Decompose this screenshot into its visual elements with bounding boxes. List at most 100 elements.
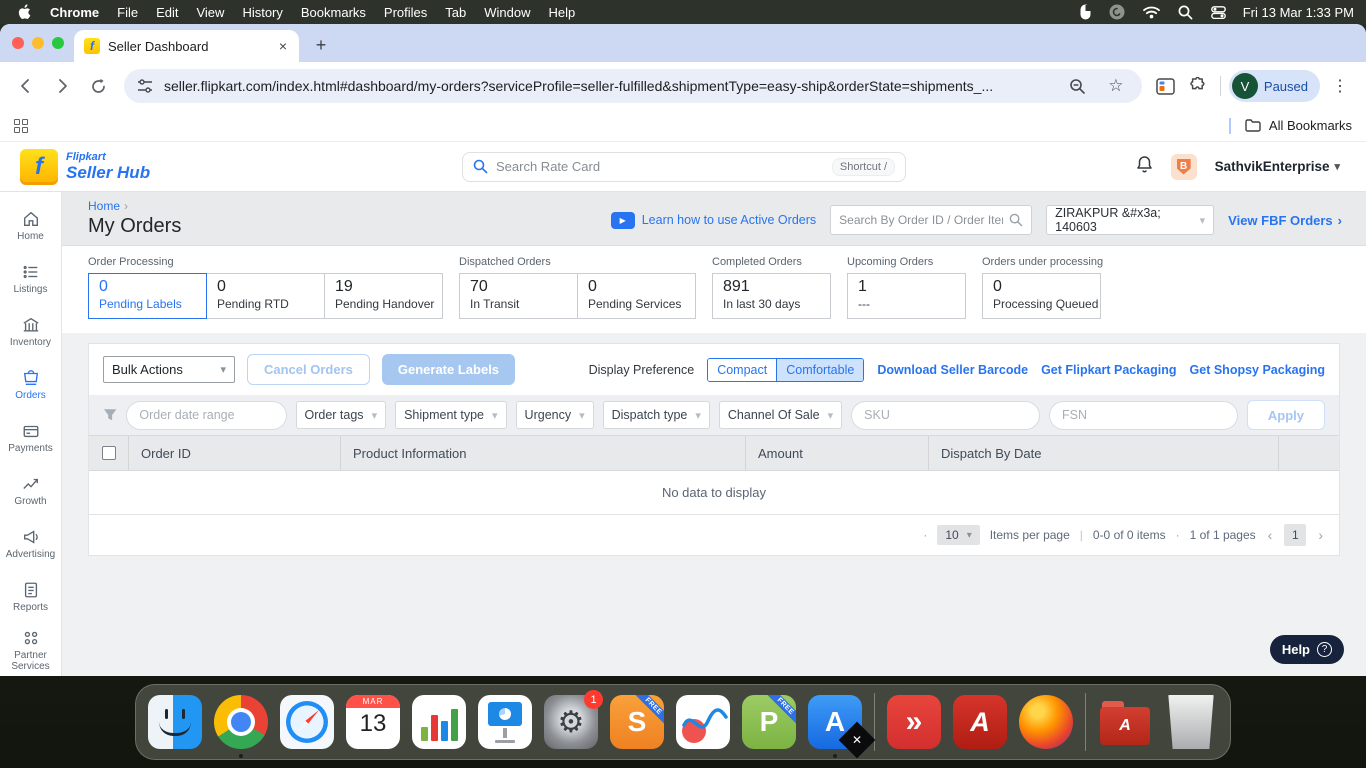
- prev-page-icon[interactable]: ‹: [1266, 527, 1275, 543]
- dock-pdf-folder-icon[interactable]: A: [1098, 695, 1152, 749]
- dock-finder-icon[interactable]: [148, 695, 202, 749]
- zoom-out-icon[interactable]: [1064, 72, 1092, 100]
- comfortable-option[interactable]: Comfortable: [776, 359, 863, 381]
- dock-calendar-icon[interactable]: MAR 13: [346, 695, 400, 749]
- learn-active-orders-link[interactable]: ▶ Learn how to use Active Orders: [611, 212, 816, 229]
- menubar-item-tab[interactable]: Tab: [436, 5, 475, 20]
- sidebar-item-listings[interactable]: Listings: [1, 255, 61, 304]
- apple-menu-icon[interactable]: [18, 4, 31, 20]
- menubar-item-profiles[interactable]: Profiles: [375, 5, 436, 20]
- reload-button[interactable]: [82, 70, 114, 102]
- apps-grid-icon[interactable]: [14, 119, 28, 133]
- channel-of-sale-dropdown[interactable]: Channel Of Sale ▾: [719, 401, 842, 429]
- sidebar-item-payments[interactable]: Payments: [1, 414, 61, 463]
- order-date-range-input[interactable]: [139, 408, 273, 422]
- sidebar-item-reports[interactable]: Reports: [1, 573, 61, 622]
- view-fbf-orders-link[interactable]: View FBF Orders ›: [1228, 213, 1342, 228]
- stat-card-in-transit[interactable]: 70 In Transit: [459, 273, 578, 319]
- fsn-input[interactable]: [1062, 408, 1225, 422]
- sidebar-item-orders[interactable]: Orders: [1, 361, 61, 410]
- sku-input[interactable]: [864, 408, 1027, 422]
- menubar-item-history[interactable]: History: [233, 5, 291, 20]
- rate-card-search-input[interactable]: [496, 159, 824, 174]
- minimize-window-button[interactable]: [32, 37, 44, 49]
- get-shopsy-packaging-link[interactable]: Get Shopsy Packaging: [1190, 363, 1325, 377]
- menubar-item-help[interactable]: Help: [540, 5, 585, 20]
- location-dropdown[interactable]: ZIRAKPUR &#x3a; 140603 ▾: [1046, 205, 1214, 235]
- sku-field[interactable]: [851, 401, 1040, 430]
- forward-button[interactable]: [46, 70, 78, 102]
- sidebar-item-inventory[interactable]: Inventory: [1, 308, 61, 357]
- menubar-item-chrome[interactable]: Chrome: [41, 5, 108, 20]
- stat-card-processing-queued[interactable]: 0 Processing Queued: [982, 273, 1101, 319]
- current-page-button[interactable]: 1: [1284, 524, 1306, 546]
- dock-app-store-icon[interactable]: A ✕: [808, 695, 862, 749]
- menubar-clock[interactable]: Fri 13 Mar 1:33 PM: [1243, 5, 1354, 20]
- dock-acrobat-icon[interactable]: A: [953, 695, 1007, 749]
- dock-app-s-icon[interactable]: S FREE: [610, 695, 664, 749]
- menubar-item-file[interactable]: File: [108, 5, 147, 20]
- cancel-orders-button[interactable]: Cancel Orders: [247, 354, 370, 385]
- notifications-bell-icon[interactable]: [1136, 155, 1153, 179]
- menubar-item-bookmarks[interactable]: Bookmarks: [292, 5, 375, 20]
- order-id-search[interactable]: [830, 205, 1032, 235]
- order-date-range-field[interactable]: [126, 401, 286, 430]
- next-page-icon[interactable]: ›: [1316, 527, 1325, 543]
- stat-card-pending-handover[interactable]: 19 Pending Handover: [324, 273, 443, 319]
- page-size-select[interactable]: 10 ▾: [937, 525, 979, 545]
- menubar-item-view[interactable]: View: [187, 5, 233, 20]
- address-bar[interactable]: seller.flipkart.com/index.html#dashboard…: [124, 69, 1142, 103]
- bulk-actions-select[interactable]: Bulk Actions ▾: [103, 356, 235, 383]
- sidebar-item-home[interactable]: Home: [1, 202, 61, 251]
- breadcrumb-home-link[interactable]: Home: [88, 199, 120, 213]
- stat-card-upcoming[interactable]: 1 ---: [847, 273, 966, 319]
- fsn-field[interactable]: [1049, 401, 1238, 430]
- dispatch-type-dropdown[interactable]: Dispatch type ▾: [603, 401, 710, 429]
- stat-card-last-30-days[interactable]: 891 In last 30 days: [712, 273, 831, 319]
- new-tab-button[interactable]: +: [307, 31, 335, 59]
- sidebar-item-advertising[interactable]: Advertising: [1, 520, 61, 569]
- dock-trash-icon[interactable]: [1164, 695, 1218, 749]
- spotlight-search-icon[interactable]: [1178, 5, 1193, 20]
- wifi-icon[interactable]: [1143, 6, 1160, 19]
- url-text[interactable]: seller.flipkart.com/index.html#dashboard…: [164, 78, 1054, 94]
- profile-chip[interactable]: V Paused: [1229, 70, 1320, 102]
- dock-app-p-icon[interactable]: P FREE: [742, 695, 796, 749]
- seller-badge-icon[interactable]: B: [1171, 154, 1197, 180]
- dock-chrome-icon[interactable]: [214, 695, 268, 749]
- zoom-window-button[interactable]: [52, 37, 64, 49]
- sidebar-item-partner-services[interactable]: Partner Services: [1, 626, 61, 675]
- flipkart-logo[interactable]: f Flipkart Seller Hub: [20, 149, 150, 185]
- back-button[interactable]: [10, 70, 42, 102]
- creative-cloud-icon[interactable]: [1109, 4, 1125, 20]
- order-id-search-input[interactable]: [839, 213, 1003, 227]
- apply-filters-button[interactable]: Apply: [1247, 400, 1325, 430]
- generate-labels-button[interactable]: Generate Labels: [382, 354, 515, 385]
- stat-card-pending-services[interactable]: 0 Pending Services: [577, 273, 696, 319]
- stat-card-pending-labels[interactable]: 0 Pending Labels: [88, 273, 207, 319]
- download-seller-barcode-link[interactable]: Download Seller Barcode: [877, 363, 1028, 377]
- all-bookmarks[interactable]: All Bookmarks: [1229, 118, 1352, 134]
- mouse-icon[interactable]: [1080, 4, 1091, 20]
- get-flipkart-packaging-link[interactable]: Get Flipkart Packaging: [1041, 363, 1176, 377]
- dock-wave-app-icon[interactable]: [676, 695, 730, 749]
- close-window-button[interactable]: [12, 37, 24, 49]
- shipment-type-dropdown[interactable]: Shipment type ▾: [395, 401, 506, 429]
- rate-card-search[interactable]: Shortcut /: [462, 152, 906, 182]
- bookmark-star-icon[interactable]: ☆: [1102, 72, 1130, 100]
- dock-red-diamonds-icon[interactable]: »: [887, 695, 941, 749]
- dock-firefox-icon[interactable]: [1019, 695, 1073, 749]
- dock-settings-icon[interactable]: ⚙ 1: [544, 695, 598, 749]
- menubar-item-window[interactable]: Window: [475, 5, 539, 20]
- help-button[interactable]: Help ?: [1270, 635, 1344, 664]
- side-panel-icon[interactable]: [1152, 72, 1180, 100]
- site-settings-icon[interactable]: [136, 72, 154, 100]
- account-menu[interactable]: SathvikEnterprise ▾: [1215, 159, 1340, 174]
- control-center-icon[interactable]: [1211, 6, 1226, 19]
- sidebar-item-growth[interactable]: Growth: [1, 467, 61, 516]
- browser-menu-icon[interactable]: ⋮: [1324, 76, 1356, 96]
- order-tags-dropdown[interactable]: Order tags ▾: [296, 401, 387, 429]
- dock-keynote-icon[interactable]: [478, 695, 532, 749]
- urgency-dropdown[interactable]: Urgency ▾: [516, 401, 594, 429]
- dock-numbers-icon[interactable]: [412, 695, 466, 749]
